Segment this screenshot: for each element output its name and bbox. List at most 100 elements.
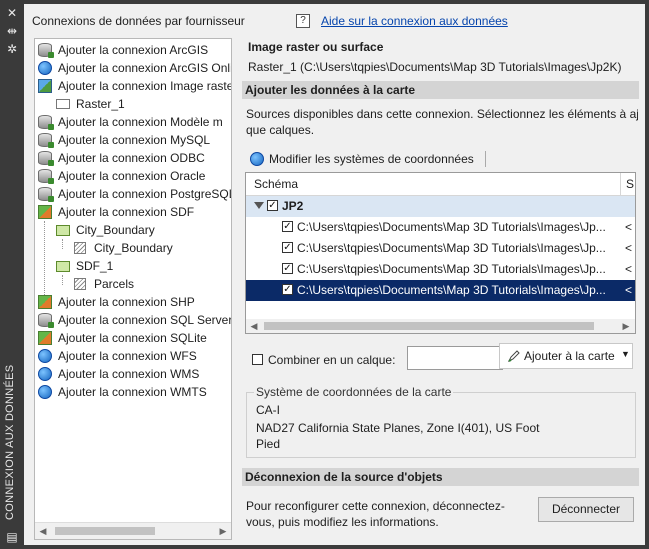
add-to-map-icon: [508, 350, 520, 362]
gear-icon[interactable]: ✲: [5, 42, 19, 56]
scroll-left-icon[interactable]: ◀: [248, 320, 260, 332]
disconnect-section-header[interactable]: Déconnexion de la source d'objets: [242, 468, 639, 486]
combine-layer-input[interactable]: [407, 346, 503, 370]
tree-item-label: Ajouter la connexion MySQL: [58, 133, 211, 147]
tree-item[interactable]: Ajouter la connexion SDF: [35, 203, 231, 221]
column-header-schema[interactable]: Schéma: [254, 177, 298, 191]
tree-item[interactable]: Ajouter la connexion SHP: [35, 293, 231, 311]
help-link[interactable]: Aide sur la connexion aux données: [321, 14, 508, 28]
row-tail: <: [625, 241, 633, 255]
grid-row[interactable]: ✓ C:\Users\tqpies\Documents\Map 3D Tutori…: [246, 217, 635, 238]
row-path: C:\Users\tqpies\Documents\Map 3D Tutoria…: [297, 241, 606, 255]
tree-horizontal-scrollbar[interactable]: ◀ ▶: [35, 522, 231, 539]
tree-item[interactable]: Ajouter la connexion MySQL: [35, 131, 231, 149]
tree-item-label: Ajouter la connexion SQLite: [58, 331, 207, 345]
row-checkbox[interactable]: ✓: [282, 284, 293, 295]
connection-title: Image raster ou surface: [248, 40, 384, 54]
help-icon[interactable]: ?: [296, 14, 310, 28]
scroll-thumb[interactable]: [264, 322, 594, 330]
add-data-section-header[interactable]: Ajouter les données à la carte: [242, 81, 639, 99]
scroll-thumb[interactable]: [55, 527, 155, 535]
palette-vertical-title: CONNEXION AUX DONNÉES: [4, 364, 16, 520]
globe-icon: [38, 61, 52, 75]
coordinate-system-code: CA-I: [256, 403, 280, 417]
sdf-icon: [38, 205, 52, 219]
tree-item[interactable]: Raster_1: [35, 95, 231, 113]
disconnect-button[interactable]: Déconnecter: [538, 497, 634, 522]
grid-header: Schéma S: [246, 173, 635, 196]
grid-row[interactable]: ✓ C:\Users\tqpies\Documents\Map 3D Tutori…: [246, 259, 635, 280]
tree-item-label: Ajouter la connexion ArcGIS: [58, 43, 209, 57]
coordinate-system-units: Pied: [256, 437, 281, 451]
row-path: C:\Users\tqpies\Documents\Map 3D Tutoria…: [297, 283, 606, 297]
modify-coordinate-systems-label: Modifier les systèmes de coordonnées: [269, 152, 474, 166]
provider-tree[interactable]: Ajouter la connexion ArcGIS Ajouter la co…: [34, 38, 232, 540]
tree-item-label: Ajouter la connexion SDF: [58, 205, 195, 219]
tree-item-label: Ajouter la connexion SQL Server: [58, 313, 232, 327]
database-icon: ▤: [6, 530, 18, 544]
add-to-map-label: Ajouter à la carte: [524, 349, 615, 363]
tree-item[interactable]: Ajouter la connexion SQLite: [35, 329, 231, 347]
globe-icon: [38, 349, 52, 363]
sdf-icon: [38, 295, 52, 309]
add-data-description: Sources disponibles dans cette connexion…: [246, 107, 638, 121]
combine-layer-checkbox[interactable]: [252, 354, 263, 365]
group-label: JP2: [282, 199, 304, 213]
tree-item[interactable]: Ajouter la connexion ODBC: [35, 149, 231, 167]
tree-item[interactable]: Ajouter la connexion PostgreSQL: [35, 185, 231, 203]
disconnect-text-2: vous, puis modifiez les informations.: [246, 515, 439, 529]
disconnect-text: Pour reconfigurer cette connexion, décon…: [246, 499, 505, 513]
tree-item[interactable]: Ajouter la connexion Image raster: [35, 77, 231, 95]
tree-item[interactable]: City_Boundary: [35, 239, 231, 257]
tree-item-label: Ajouter la connexion WMS: [58, 367, 200, 381]
grid-row[interactable]: ✓ C:\Users\tqpies\Documents\Map 3D Tutori…: [246, 280, 635, 301]
database-icon: [38, 151, 54, 166]
tree-item[interactable]: Parcels: [35, 275, 231, 293]
tree-item[interactable]: City_Boundary: [35, 221, 231, 239]
column-header-second[interactable]: S: [626, 177, 634, 191]
tree-item-label: Ajouter la connexion Image raster: [58, 79, 232, 93]
database-icon: [38, 313, 54, 328]
tree-item-label: Ajouter la connexion WMTS: [58, 385, 207, 399]
group-row-jp2[interactable]: ✓ JP2: [246, 196, 635, 217]
grid-row[interactable]: ✓ C:\Users\tqpies\Documents\Map 3D Tutori…: [246, 238, 635, 259]
globe-icon: [38, 385, 52, 399]
coordinate-system-description: NAD27 California State Planes, Zone I(40…: [256, 421, 540, 435]
tree-item[interactable]: Ajouter la connexion Modèle m: [35, 113, 231, 131]
raster-icon: [38, 79, 52, 93]
left-heading: Connexions de données par fournisseur: [32, 14, 245, 28]
tree-item[interactable]: Ajouter la connexion SQL Server: [35, 311, 231, 329]
dropdown-arrow-icon[interactable]: ▼: [621, 349, 630, 359]
palette-title-strip: ✕ ⇹ ✲ CONNEXION AUX DONNÉES ▤: [0, 0, 24, 549]
feature-type-icon: [74, 278, 86, 290]
combine-layer-label: Combiner en un calque:: [268, 353, 396, 367]
tree-item-label: Ajouter la connexion SHP: [58, 295, 195, 309]
column-divider[interactable]: [620, 173, 621, 195]
scroll-right-icon[interactable]: ▶: [620, 320, 632, 332]
tree-item-label: Ajouter la connexion Modèle m: [58, 115, 223, 129]
tree-item[interactable]: SDF_1: [35, 257, 231, 275]
scroll-left-icon[interactable]: ◀: [37, 525, 49, 537]
row-checkbox[interactable]: ✓: [282, 263, 293, 274]
tree-item[interactable]: Ajouter la connexion ArcGIS Online: [35, 59, 231, 77]
add-to-map-button[interactable]: Ajouter à la carte ▼: [499, 343, 633, 369]
tree-item[interactable]: Ajouter la connexion WFS: [35, 347, 231, 365]
grid-horizontal-scrollbar[interactable]: ◀ ▶: [246, 319, 635, 333]
database-icon: [38, 133, 54, 148]
tree-item[interactable]: Ajouter la connexion Oracle: [35, 167, 231, 185]
autohide-icon[interactable]: ⇹: [5, 24, 19, 38]
row-checkbox[interactable]: ✓: [282, 221, 293, 232]
tree-item-label: Ajouter la connexion WFS: [58, 349, 197, 363]
tree-item-label: Raster_1: [76, 97, 125, 111]
scroll-right-icon[interactable]: ▶: [217, 525, 229, 537]
expand-triangle-icon[interactable]: [254, 202, 264, 209]
schema-grid[interactable]: Schéma S ✓ JP2 ✓ C:\Users\tqpies\Document…: [245, 172, 636, 334]
tree-item[interactable]: Ajouter la connexion ArcGIS: [35, 41, 231, 59]
tree-item[interactable]: Ajouter la connexion WMS: [35, 365, 231, 383]
database-icon: [38, 169, 54, 184]
row-path: C:\Users\tqpies\Documents\Map 3D Tutoria…: [297, 220, 606, 234]
tree-item[interactable]: Ajouter la connexion WMTS: [35, 383, 231, 401]
row-checkbox[interactable]: ✓: [282, 242, 293, 253]
close-icon[interactable]: ✕: [5, 6, 19, 20]
group-checkbox[interactable]: ✓: [267, 200, 278, 211]
